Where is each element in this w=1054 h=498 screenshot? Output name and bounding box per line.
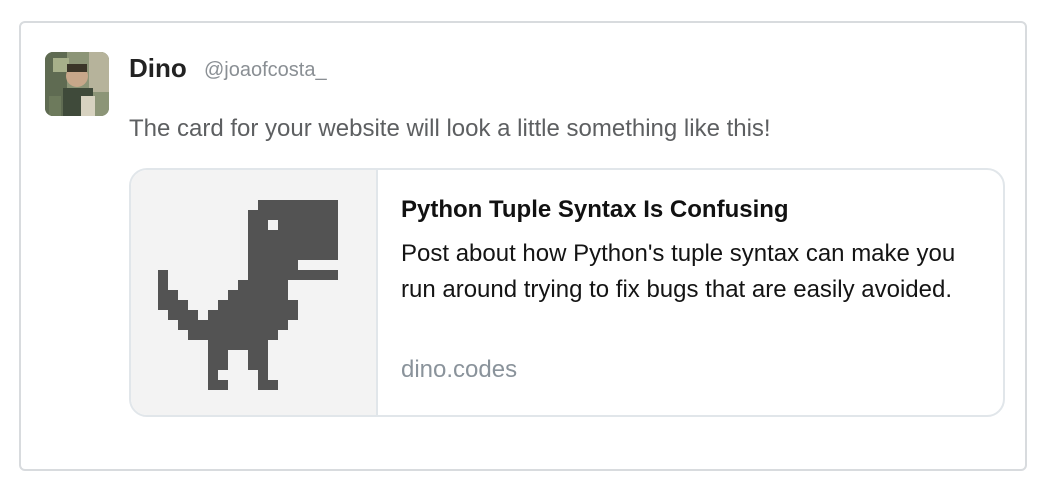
avatar[interactable] [45,52,109,116]
dino-icon [158,200,338,390]
card-domain[interactable]: dino.codes [401,356,517,384]
tweet-container: Dino @joaofcosta_ The card for your webs… [19,21,1027,471]
author-handle[interactable]: @joaofcosta_ [204,59,327,82]
tweet-text: The card for your website will look a li… [129,115,771,142]
author-name[interactable]: Dino [129,53,187,84]
card-body: Python Tuple Syntax Is Confusing Post ab… [378,170,1003,415]
card-image [131,170,378,415]
card-title[interactable]: Python Tuple Syntax Is Confusing [401,196,789,224]
card-description: Post about how Python's tuple syntax can… [401,240,956,303]
avatar-photo-icon [45,52,109,116]
link-card[interactable]: Python Tuple Syntax Is Confusing Post ab… [129,168,1005,417]
